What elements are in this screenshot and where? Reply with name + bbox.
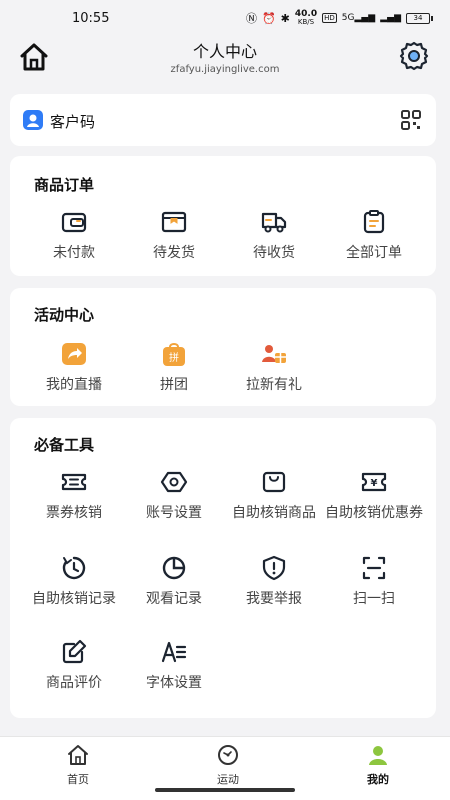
tools-title: 必备工具 bbox=[34, 436, 95, 454]
ticket-icon bbox=[61, 473, 87, 491]
order-item-all[interactable]: 全部订单 bbox=[324, 208, 424, 262]
tool-item-label: 我要举报 bbox=[246, 591, 302, 607]
net-speed: 40.0 KB/S bbox=[294, 9, 318, 26]
tool-item-label: 账号设置 bbox=[146, 505, 202, 521]
edit-review-icon bbox=[62, 639, 87, 664]
group-buy-bag-icon: 拼 bbox=[163, 343, 185, 366]
tool-item-account-settings[interactable]: 账号设置 bbox=[124, 468, 224, 522]
order-item-label: 待收货 bbox=[253, 245, 295, 261]
wallet-icon bbox=[61, 212, 87, 233]
nfc-icon: Ⓝ bbox=[245, 11, 257, 25]
tool-item-ticket-verify[interactable]: 票券核销 bbox=[24, 468, 124, 522]
settings-button[interactable] bbox=[398, 40, 430, 72]
activity-item-my-live[interactable]: 我的直播 bbox=[24, 340, 124, 394]
customer-code-card[interactable]: 客户码 bbox=[10, 94, 436, 146]
activity-item-invite-gift[interactable]: 拉新有礼 bbox=[224, 340, 324, 394]
battery-icon: 34 bbox=[406, 12, 433, 24]
customer-code-icon bbox=[23, 110, 43, 130]
tool-item-label: 扫一扫 bbox=[353, 591, 395, 607]
status-time: 10:55 bbox=[72, 10, 110, 26]
activity-item-label: 拼团 bbox=[160, 377, 188, 393]
page-title: 个人中心 bbox=[192, 42, 257, 61]
order-item-to-receive[interactable]: 待收货 bbox=[224, 208, 324, 262]
tools-card: 必备工具 票券核销 账号设置 自助核销商品 ¥ 自助核销优惠券 自助核销记录 观… bbox=[10, 418, 436, 718]
tool-item-label: 自助核销记录 bbox=[32, 591, 116, 607]
activity-item-group-buy[interactable]: 拼 拼团 bbox=[124, 340, 224, 394]
package-icon bbox=[161, 211, 187, 233]
sport-icon bbox=[218, 745, 238, 765]
tool-item-label: 自助核销商品 bbox=[232, 505, 316, 521]
tool-item-self-verify-goods[interactable]: 自助核销商品 bbox=[224, 468, 324, 522]
nav-item-home[interactable]: 首页 bbox=[38, 743, 118, 787]
activity-title: 活动中心 bbox=[34, 306, 95, 324]
header: 个人中心 zfafyu.jiayinglive.com bbox=[0, 36, 450, 80]
profile-icon bbox=[369, 746, 387, 765]
tool-item-watch-history[interactable]: 观看记录 bbox=[124, 554, 224, 608]
hd-badge: HD bbox=[322, 13, 337, 23]
tool-item-self-verify-coupon[interactable]: ¥ 自助核销优惠券 bbox=[324, 468, 424, 522]
wifi-signal-icon: ▂▄▆ bbox=[380, 13, 401, 23]
tool-item-label: 观看记录 bbox=[146, 591, 202, 607]
self-verify-goods-icon bbox=[262, 471, 286, 493]
pie-chart-icon bbox=[162, 556, 186, 580]
svg-text:¥: ¥ bbox=[371, 478, 378, 489]
status-icons: Ⓝ ⏰ ✱ 40.0 KB/S HD 5G▂▄▆ ▂▄▆ 34 bbox=[245, 9, 433, 26]
svg-text:拼: 拼 bbox=[169, 351, 179, 364]
tool-item-label: 字体设置 bbox=[146, 675, 202, 691]
tool-item-product-review[interactable]: 商品评价 bbox=[24, 638, 124, 692]
tool-item-scan[interactable]: 扫一扫 bbox=[324, 554, 424, 608]
home-icon bbox=[68, 745, 88, 765]
home-indicator[interactable] bbox=[155, 788, 295, 792]
coupon-icon: ¥ bbox=[361, 472, 387, 492]
status-bar: 10:55 Ⓝ ⏰ ✱ 40.0 KB/S HD 5G▂▄▆ ▂▄▆ 34 bbox=[0, 0, 450, 36]
signal-icon: 5G▂▄▆ bbox=[341, 13, 376, 23]
history-icon bbox=[62, 556, 86, 580]
invite-gift-icon bbox=[262, 345, 286, 363]
font-settings-icon bbox=[161, 641, 187, 663]
activity-item-label: 我的直播 bbox=[46, 377, 102, 393]
order-item-label: 待发货 bbox=[153, 245, 195, 261]
tool-item-self-verify-history[interactable]: 自助核销记录 bbox=[24, 554, 124, 608]
activity-card: 活动中心 我的直播 拼 拼团 拉新有礼 bbox=[10, 288, 436, 406]
order-item-to-ship[interactable]: 待发货 bbox=[124, 208, 224, 262]
nav-label: 运动 bbox=[217, 773, 239, 786]
report-icon bbox=[262, 555, 286, 581]
tool-item-label: 票券核销 bbox=[46, 505, 102, 521]
tool-item-label: 商品评价 bbox=[46, 675, 102, 691]
order-item-label: 全部订单 bbox=[346, 245, 402, 261]
tool-item-font-settings[interactable]: 字体设置 bbox=[124, 638, 224, 692]
activity-item-label: 拉新有礼 bbox=[246, 377, 302, 393]
live-share-icon bbox=[62, 343, 86, 365]
alarm-icon: ⏰ bbox=[261, 11, 276, 25]
orders-card: 商品订单 未付款 待发货 待收货 全部订单 bbox=[10, 156, 436, 276]
nav-item-profile[interactable]: 我的 bbox=[338, 743, 418, 787]
tool-item-label: 自助核销优惠券 bbox=[325, 505, 423, 521]
gear-icon bbox=[399, 41, 429, 71]
qr-code-icon[interactable] bbox=[400, 109, 422, 131]
account-settings-icon bbox=[160, 471, 188, 493]
bluetooth-icon: ✱ bbox=[280, 11, 290, 25]
nav-item-sport[interactable]: 运动 bbox=[188, 743, 268, 787]
truck-icon bbox=[261, 212, 287, 233]
nav-label: 我的 bbox=[367, 773, 389, 786]
nav-label: 首页 bbox=[67, 773, 89, 786]
tool-item-report[interactable]: 我要举报 bbox=[224, 554, 324, 608]
clipboard-icon bbox=[363, 210, 385, 234]
order-item-unpaid[interactable]: 未付款 bbox=[24, 208, 124, 262]
customer-code-label: 客户码 bbox=[50, 113, 96, 131]
title-wrap: 个人中心 zfafyu.jiayinglive.com bbox=[0, 38, 450, 75]
orders-title: 商品订单 bbox=[34, 176, 95, 194]
order-item-label: 未付款 bbox=[53, 245, 95, 261]
scan-icon bbox=[362, 556, 386, 580]
page-url: zfafyu.jiayinglive.com bbox=[170, 64, 280, 75]
